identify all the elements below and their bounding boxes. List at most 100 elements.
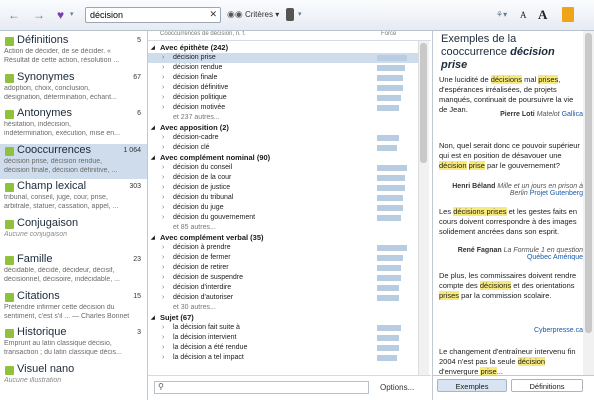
sidebar-item[interactable]: Cooccurrences 1 064 décision prise, décisi… [0, 143, 147, 179]
list-scrollbar[interactable] [418, 41, 429, 381]
sidebar-item-summary: Emprunt au latin classique décisio, [4, 340, 112, 347]
item-label: décision de suspendre [173, 274, 244, 281]
list-item[interactable]: › décision finale [148, 73, 418, 83]
category-book-icon [5, 256, 14, 265]
forward-arrow-icon[interactable]: → [33, 8, 45, 22]
source-link[interactable]: Projet Gutenberg [530, 190, 583, 197]
collapse-arrow-icon[interactable]: ◢ [151, 43, 155, 53]
list-item[interactable]: › la décision fait suite à [148, 323, 418, 333]
more-link[interactable]: et 85 autres... [148, 223, 418, 233]
search-input[interactable] [86, 8, 209, 22]
collapse-arrow-icon[interactable]: ◢ [151, 313, 155, 323]
list-item[interactable]: › décision motivée [148, 103, 418, 113]
category-book-icon [5, 219, 14, 229]
sidebar-item[interactable]: Conjugaison Aucune conjugaison [0, 217, 147, 253]
sidebar-item[interactable]: Antonymes 6 hésitation, indécision, indéter… [0, 107, 147, 143]
more-link[interactable]: et 237 autres... [148, 113, 418, 123]
chevron-right-icon: › [162, 144, 165, 151]
example-text: mal [521, 75, 539, 84]
list-item[interactable]: › décision-cadre [148, 133, 418, 143]
list-item[interactable]: › décision du juge [148, 203, 418, 213]
list-item[interactable]: › décision d'autoriser [148, 293, 418, 303]
list-item[interactable]: › décision clé [148, 143, 418, 153]
item-label: décision motivée [173, 104, 226, 111]
scrollbar-thumb[interactable] [585, 33, 592, 333]
options-button[interactable]: Options... [380, 383, 414, 392]
tab-examples[interactable]: Exemples [437, 379, 507, 392]
list-item[interactable]: › décision définitive [148, 83, 418, 93]
sidebar-item[interactable]: Visuel nano Aucune illustration [0, 363, 147, 399]
collapse-arrow-icon[interactable]: ◢ [151, 123, 155, 133]
collapse-arrow-icon[interactable]: ◢ [151, 233, 155, 243]
sidebar-item-summary: adoption, choix, conclusion, [4, 84, 90, 92]
example-text: par le gouvernement? [484, 161, 560, 170]
filter-input[interactable]: ⚲ [154, 381, 369, 394]
chevron-right-icon: › [162, 244, 165, 251]
item-label: décision-cadre [173, 134, 219, 141]
item-label: décision rendue [173, 64, 223, 71]
item-label: décision de fermer [173, 254, 231, 261]
list-item[interactable]: › décision de justice [148, 183, 418, 193]
more-link[interactable]: et 30 autres... [148, 303, 418, 313]
example-sentence: Le changement d'entraîneur intervenu fin… [439, 347, 583, 377]
sidebar-item-summary: décidable, décidé, décideur, décisif, [4, 267, 115, 274]
scrollbar-thumb[interactable] [420, 43, 427, 163]
item-label: la décision a tel impact [173, 354, 244, 361]
list-item[interactable]: › décision de suspendre [148, 273, 418, 283]
group-header[interactable]: ◢ Avec complément verbal (35) [148, 233, 418, 243]
list-item[interactable]: › décision du gouvernement [148, 213, 418, 223]
group-header[interactable]: ◢ Avec apposition (2) [148, 123, 418, 133]
history-dropdown-icon[interactable]: ▾ [298, 8, 302, 22]
zoom-out-button[interactable]: A [520, 8, 527, 22]
chevron-right-icon: › [162, 214, 165, 221]
favorites-dropdown-icon[interactable]: ▾ [70, 8, 74, 22]
list-item[interactable]: › décision d'interdire [148, 283, 418, 293]
group-header[interactable]: ◢ Sujet (67) [148, 313, 418, 323]
sidebar-item[interactable]: Famille 23 décidable, décidé, décideur, dé… [0, 253, 147, 289]
sidebar-item-title: Citations [17, 289, 60, 302]
sidebar-item[interactable]: Citations 15 Prétendre infirmer cette déci… [0, 290, 147, 326]
source-link[interactable]: Québec Amérique [527, 254, 583, 261]
cooccurrences-panel: Cooccurrences de décision, n. f. Force ◢… [148, 31, 431, 400]
clear-search-icon[interactable]: ✕ [209, 9, 217, 20]
group-header[interactable]: ◢ Avec épithète (242) [148, 43, 418, 53]
list-item[interactable]: › décision du tribunal [148, 193, 418, 203]
chevron-right-icon: › [162, 324, 165, 331]
criteria-button[interactable]: ◉◉ Critères ▾ [227, 9, 279, 20]
item-label: la décision fait suite à [173, 324, 240, 331]
list-item[interactable]: › décision rendue [148, 63, 418, 73]
list-item[interactable]: › décision du conseil [148, 163, 418, 173]
list-item[interactable]: › décision de la cour [148, 173, 418, 183]
favorites-heart-icon[interactable]: ♥ [57, 8, 64, 22]
group-header[interactable]: ◢ Avec complément nominal (90) [148, 153, 418, 163]
list-item[interactable]: › décision à prendre [148, 243, 418, 253]
history-trash-icon[interactable] [286, 8, 294, 21]
sidebar-item-summary: Aucune illustration [4, 376, 62, 384]
sidebar-item[interactable]: Historique 3 Emprunt au latin classique dé… [0, 326, 147, 362]
sidebar-item[interactable]: Champ lexical 303 tribunal, conseil, juge,… [0, 180, 147, 216]
text-settings-icon[interactable]: ⚘▾ [496, 8, 507, 22]
list-item[interactable]: › la décision a tel impact [148, 353, 418, 363]
notebook-icon[interactable] [562, 7, 574, 22]
source-link[interactable]: Gallica [562, 111, 583, 118]
list-item[interactable]: › décision prise [148, 53, 418, 63]
list-item[interactable]: › la décision intervient [148, 333, 418, 343]
item-label: décision du tribunal [173, 194, 234, 201]
zoom-in-button[interactable]: A [538, 8, 547, 22]
list-item[interactable]: › décision de retirer [148, 263, 418, 273]
chevron-right-icon: › [162, 284, 165, 291]
tab-definitions[interactable]: Définitions [511, 379, 583, 392]
sidebar-item[interactable]: Définitions 5 Action de décider, de se déc… [0, 34, 147, 70]
source-link[interactable]: Cyberpresse.ca [534, 327, 583, 334]
back-arrow-icon[interactable]: ← [8, 8, 20, 22]
collapse-arrow-icon[interactable]: ◢ [151, 153, 155, 163]
sidebar-item-title: Conjugaison [17, 216, 79, 229]
examples-scrollbar[interactable] [583, 31, 594, 376]
list-item[interactable]: › décision de fermer [148, 253, 418, 263]
item-label: décision finale [173, 74, 218, 81]
list-item[interactable]: › la décision a été rendue [148, 343, 418, 353]
search-box[interactable]: ✕ [85, 7, 221, 23]
list-item[interactable]: › décision politique [148, 93, 418, 103]
sidebar-item[interactable]: Synonymes 67 adoption, choix, conclusion, d… [0, 71, 147, 107]
magnifier-icon: ⚲ [158, 382, 164, 391]
